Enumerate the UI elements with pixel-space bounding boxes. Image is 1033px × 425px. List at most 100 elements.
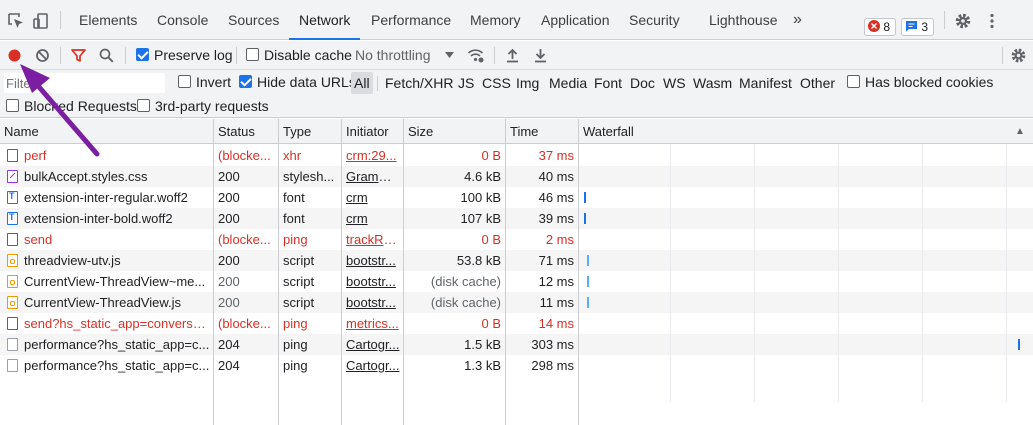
table-row[interactable]: send?hs_static_app=conversa... (blocke...… — [0, 313, 1033, 334]
tab-network[interactable]: Network — [288, 0, 361, 40]
invert-label[interactable]: Invert — [196, 74, 231, 90]
column-divider[interactable] — [278, 119, 279, 425]
export-har-icon[interactable] — [532, 47, 549, 64]
errors-badge[interactable]: 8 — [864, 18, 897, 36]
type-filter-wasm[interactable]: Wasm — [690, 72, 735, 94]
tab-sources[interactable]: Sources — [228, 0, 279, 40]
type-filter-img[interactable]: Img — [513, 72, 542, 94]
request-initiator[interactable]: crm — [346, 208, 400, 229]
table-row[interactable]: threadview-utv.js 200 script bootstr... 53.8… — [0, 250, 1033, 271]
request-initiator[interactable]: crm — [346, 187, 400, 208]
tab-elements[interactable]: Elements — [79, 0, 137, 40]
blocked-requests-label[interactable]: Blocked Requests — [24, 98, 137, 114]
network-conditions-icon[interactable] — [467, 47, 484, 64]
preserve-log-label[interactable]: Preserve log — [154, 47, 233, 63]
request-initiator[interactable]: Cartogr... — [346, 334, 400, 355]
table-row[interactable]: performance?hs_static_app=c... 204 ping Car… — [0, 334, 1033, 355]
toolbar-separator — [60, 47, 61, 64]
table-row[interactable]: CurrentView-ThreadView~me... 200 script boo… — [0, 271, 1033, 292]
request-initiator[interactable]: Gramm... — [346, 166, 400, 187]
kebab-menu-icon[interactable] — [983, 12, 1001, 30]
type-filter-fetch-xhr[interactable]: Fetch/XHR — [382, 72, 456, 94]
column-divider[interactable] — [403, 119, 404, 425]
column-divider[interactable] — [578, 119, 579, 425]
request-initiator[interactable]: bootstr... — [346, 250, 400, 271]
has-blocked-cookies-checkbox[interactable] — [847, 75, 860, 88]
invert-checkbox[interactable] — [178, 75, 191, 88]
inspect-element-icon[interactable] — [7, 12, 25, 30]
record-icon[interactable] — [6, 47, 23, 64]
tab-console[interactable]: Console — [157, 0, 208, 40]
import-har-icon[interactable] — [504, 47, 521, 64]
request-time: 2 ms — [545, 232, 574, 247]
type-filter-doc[interactable]: Doc — [627, 72, 658, 94]
column-header-size[interactable]: Size — [404, 119, 433, 144]
column-header-type[interactable]: Type — [279, 119, 311, 144]
type-filter-ws[interactable]: WS — [660, 72, 689, 94]
table-row[interactable]: CurrentView-ThreadView.js 200 script bootst… — [0, 292, 1033, 313]
waterfall-bar — [1018, 339, 1020, 350]
tab-memory[interactable]: Memory — [470, 0, 521, 40]
toolbar-separator — [236, 47, 237, 64]
hide-data-urls-checkbox[interactable] — [239, 75, 252, 88]
table-row[interactable]: perf (blocke... xhr crm:29... 0 B 37 ms — [0, 145, 1033, 166]
third-party-checkbox[interactable] — [137, 99, 150, 112]
request-initiator[interactable]: metrics... — [346, 313, 400, 334]
request-size: 1.5 kB — [464, 337, 501, 352]
table-row[interactable]: extension-inter-regular.woff2 200 font crm 1… — [0, 187, 1033, 208]
settings-gear-icon[interactable] — [1010, 47, 1027, 64]
messages-badge[interactable]: 3 — [901, 18, 935, 36]
request-initiator[interactable]: crm:29... — [346, 145, 400, 166]
disable-cache-label[interactable]: Disable cache — [264, 47, 352, 63]
tab-security[interactable]: Security — [629, 0, 680, 40]
table-row[interactable]: send (blocke... ping trackRe... 0 B 2 ms — [0, 229, 1033, 250]
clear-icon[interactable] — [34, 47, 51, 64]
request-initiator[interactable]: bootstr... — [346, 292, 400, 313]
more-tabs-icon[interactable]: » — [793, 0, 802, 40]
device-toggle-icon[interactable] — [32, 12, 50, 30]
type-filter-js[interactable]: JS — [455, 72, 477, 94]
column-divider[interactable] — [341, 119, 342, 425]
type-filter-font[interactable]: Font — [591, 72, 625, 94]
column-header-waterfall[interactable]: Waterfall — [579, 119, 634, 144]
request-size: 0 B — [481, 232, 501, 247]
request-initiator[interactable]: Cartogr... — [346, 355, 400, 376]
column-header-initiator[interactable]: Initiator — [342, 119, 389, 144]
filter-icon[interactable] — [70, 47, 87, 64]
request-time: 12 ms — [538, 274, 574, 289]
column-divider[interactable] — [213, 119, 214, 425]
tab-performance[interactable]: Performance — [371, 0, 451, 40]
throttling-select[interactable]: No throttling — [355, 41, 459, 70]
document-file-icon — [7, 317, 18, 330]
filter-input[interactable] — [4, 73, 165, 93]
request-type: xhr — [283, 148, 302, 163]
blocked-requests-checkbox[interactable] — [6, 99, 19, 112]
request-initiator[interactable]: trackRe... — [346, 229, 400, 250]
request-initiator[interactable]: bootstr... — [346, 271, 400, 292]
type-filter-all[interactable]: All — [351, 72, 373, 94]
column-header-name[interactable]: Name — [0, 119, 39, 144]
has-blocked-cookies-label[interactable]: Has blocked cookies — [865, 74, 993, 90]
tab-lighthouse[interactable]: Lighthouse — [709, 0, 778, 40]
type-filter-manifest[interactable]: Manifest — [736, 72, 795, 94]
hide-data-urls-label[interactable]: Hide data URLs — [257, 74, 356, 90]
third-party-label[interactable]: 3rd-party requests — [155, 98, 269, 114]
column-divider[interactable] — [505, 119, 506, 425]
throttling-value: No throttling — [355, 47, 431, 63]
table-row[interactable]: extension-inter-bold.woff2 200 font crm 107 … — [0, 208, 1033, 229]
type-filter-css[interactable]: CSS — [479, 72, 514, 94]
waterfall-bar — [587, 297, 589, 308]
preserve-log-checkbox[interactable] — [136, 48, 149, 61]
type-filter-other[interactable]: Other — [797, 72, 838, 94]
column-header-status[interactable]: Status — [214, 119, 255, 144]
sort-ascending-icon[interactable]: ▲ — [1011, 119, 1025, 144]
tab-application[interactable]: Application — [541, 0, 610, 40]
disable-cache-checkbox[interactable] — [246, 48, 259, 61]
settings-gear-icon[interactable] — [954, 12, 972, 30]
column-header-time[interactable]: Time — [506, 119, 538, 144]
type-filter-media[interactable]: Media — [546, 72, 590, 94]
search-icon[interactable] — [98, 47, 115, 64]
request-status: (blocke... — [218, 316, 271, 331]
table-row[interactable]: performance?hs_static_app=c... 204 ping Car… — [0, 355, 1033, 376]
table-row[interactable]: bulkAccept.styles.css 200 stylesh... Gramm.… — [0, 166, 1033, 187]
